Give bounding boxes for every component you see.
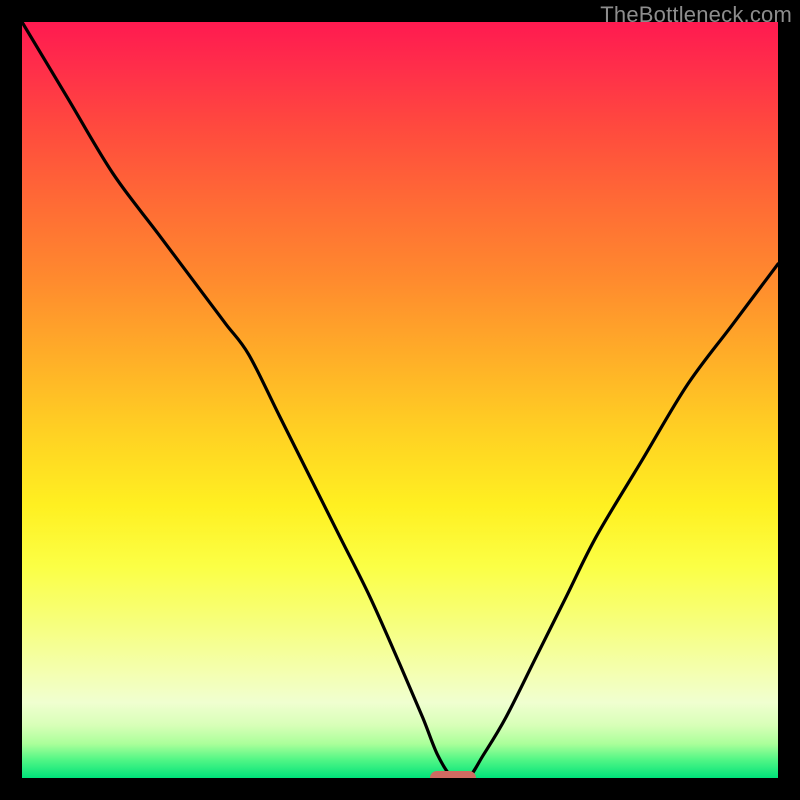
watermark-text: TheBottleneck.com bbox=[600, 2, 792, 28]
bottleneck-curve bbox=[22, 22, 778, 778]
chart-frame: TheBottleneck.com bbox=[0, 0, 800, 800]
plot-area bbox=[22, 22, 778, 778]
curve-path bbox=[22, 22, 778, 778]
optimal-marker bbox=[430, 771, 476, 778]
